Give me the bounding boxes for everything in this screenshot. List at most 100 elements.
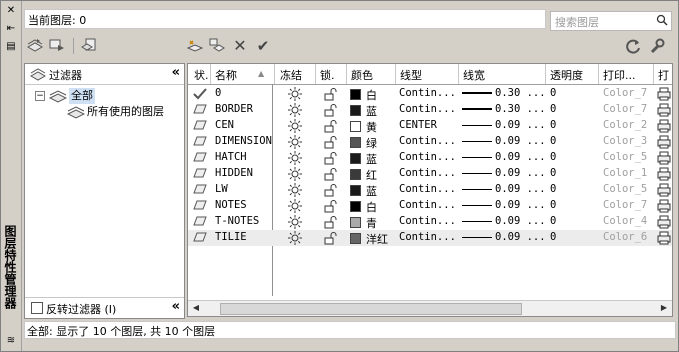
- refresh-icon[interactable]: [624, 38, 642, 54]
- layer-transparency[interactable]: 0: [550, 183, 556, 195]
- set-current-icon[interactable]: ✔: [254, 38, 272, 54]
- color-swatch[interactable]: [350, 185, 361, 196]
- layer-color[interactable]: 蓝: [366, 151, 377, 167]
- layer-name[interactable]: BORDER: [215, 103, 253, 115]
- layer-linetype[interactable]: Contin...: [399, 103, 456, 115]
- layer-row[interactable]: CEN 黄 CENTER 0.09 ... 0 Color_2: [188, 118, 672, 134]
- layer-color[interactable]: 蓝: [366, 103, 377, 119]
- layer-row[interactable]: TILIE 洋红 Contin... 0.09 ... 0 Color_6: [188, 230, 672, 246]
- new-layer-vp-frozen-icon[interactable]: [208, 38, 226, 54]
- current-layer-check-icon[interactable]: [193, 88, 207, 103]
- layer-row[interactable]: 0 白 Contin... 0.30 ... 0 Color_7: [188, 86, 672, 102]
- layer-linetype[interactable]: Contin...: [399, 231, 456, 243]
- layer-status-icon[interactable]: [193, 184, 207, 197]
- layer-color[interactable]: 蓝: [366, 183, 377, 199]
- collapse-filter-icon[interactable]: «: [172, 65, 180, 80]
- layer-name[interactable]: CEN: [215, 119, 234, 131]
- layer-lineweight[interactable]: 0.09 ...: [495, 151, 546, 163]
- layer-color[interactable]: 白: [366, 199, 377, 215]
- color-swatch[interactable]: [350, 217, 361, 228]
- column-linetype[interactable]: 线型: [400, 67, 422, 83]
- column-lineweight[interactable]: 线宽: [463, 67, 485, 83]
- scroll-right-icon[interactable]: ▶: [658, 302, 670, 314]
- invert-filter-checkbox[interactable]: [31, 302, 43, 314]
- layer-linetype[interactable]: Contin...: [399, 87, 456, 99]
- close-icon[interactable]: ✕: [4, 5, 18, 17]
- color-swatch[interactable]: [350, 121, 361, 132]
- search-input[interactable]: 搜索图层: [550, 11, 672, 31]
- scroll-left-icon[interactable]: ◀: [190, 302, 202, 314]
- color-swatch[interactable]: [350, 89, 361, 100]
- layer-row[interactable]: NOTES 白 Contin... 0.09 ... 0 Color_7: [188, 198, 672, 214]
- layer-lineweight[interactable]: 0.09 ...: [495, 119, 546, 131]
- layer-lineweight[interactable]: 0.09 ...: [495, 215, 546, 227]
- color-swatch[interactable]: [350, 201, 361, 212]
- layer-name[interactable]: LW: [215, 183, 228, 195]
- column-lock[interactable]: 锁.: [320, 67, 335, 83]
- layer-linetype[interactable]: Contin...: [399, 183, 456, 195]
- new-property-filter-icon[interactable]: [26, 38, 44, 54]
- layer-color[interactable]: 黄: [366, 119, 377, 135]
- column-name[interactable]: 名称: [215, 67, 237, 83]
- layer-name[interactable]: NOTES: [215, 199, 247, 211]
- layer-status-icon[interactable]: [193, 200, 207, 213]
- layer-lineweight[interactable]: 0.09 ...: [495, 231, 546, 243]
- layer-color[interactable]: 绿: [366, 135, 377, 151]
- color-swatch[interactable]: [350, 137, 361, 148]
- layer-name[interactable]: HIDDEN: [215, 167, 253, 179]
- layer-transparency[interactable]: 0: [550, 119, 556, 131]
- layer-lineweight[interactable]: 0.09 ...: [495, 135, 546, 147]
- layer-lineweight[interactable]: 0.09 ...: [495, 183, 546, 195]
- layer-status-icon[interactable]: [193, 120, 207, 133]
- layer-color[interactable]: 青: [366, 215, 377, 231]
- unlock-icon[interactable]: [324, 231, 338, 248]
- horizontal-scrollbar[interactable]: ◀ ▶: [188, 300, 672, 316]
- color-swatch[interactable]: [350, 233, 361, 244]
- layer-transparency[interactable]: 0: [550, 231, 556, 243]
- settings-wrench-icon[interactable]: [648, 38, 666, 54]
- layer-row[interactable]: DIMENSION 绿 Contin... 0.09 ... 0 Color_3: [188, 134, 672, 150]
- layer-transparency[interactable]: 0: [550, 151, 556, 163]
- layer-status-icon[interactable]: [193, 152, 207, 165]
- layer-color[interactable]: 红: [366, 167, 377, 183]
- layer-linetype[interactable]: Contin...: [399, 151, 456, 163]
- column-transparency[interactable]: 透明度: [550, 67, 583, 83]
- layer-row[interactable]: HIDDEN 红 Contin... 0.09 ... 0 Color_1: [188, 166, 672, 182]
- layer-transparency[interactable]: 0: [550, 167, 556, 179]
- layer-color[interactable]: 洋红: [366, 231, 388, 247]
- layer-status-icon[interactable]: [193, 216, 207, 229]
- scroll-thumb[interactable]: [220, 303, 522, 315]
- column-plot-style[interactable]: 打印...: [603, 67, 636, 83]
- freeze-sun-icon[interactable]: [288, 231, 302, 248]
- layer-linetype[interactable]: Contin...: [399, 135, 456, 147]
- layer-linetype[interactable]: Contin...: [399, 167, 456, 179]
- layer-name[interactable]: T-NOTES: [215, 215, 259, 227]
- plot-printer-icon[interactable]: [657, 231, 671, 248]
- new-layer-icon[interactable]: [186, 38, 204, 54]
- layer-transparency[interactable]: 0: [550, 103, 556, 115]
- layer-linetype[interactable]: CENTER: [399, 119, 437, 131]
- layer-status-icon[interactable]: [193, 104, 207, 117]
- column-color[interactable]: 颜色: [351, 67, 373, 83]
- layer-lineweight[interactable]: 0.30 ...: [495, 87, 546, 99]
- column-freeze[interactable]: 冻结: [280, 67, 302, 83]
- layer-linetype[interactable]: Contin...: [399, 215, 456, 227]
- color-swatch[interactable]: [350, 169, 361, 180]
- layer-transparency[interactable]: 0: [550, 199, 556, 211]
- layer-status-icon[interactable]: [193, 232, 207, 245]
- layer-name[interactable]: 0: [215, 87, 221, 99]
- column-status[interactable]: 状.: [194, 67, 209, 83]
- auto-hide-icon[interactable]: ⇤: [4, 23, 18, 35]
- layer-states-manager-icon[interactable]: [80, 38, 98, 54]
- color-swatch[interactable]: [350, 153, 361, 164]
- layer-row[interactable]: LW 蓝 Contin... 0.09 ... 0 Color_5: [188, 182, 672, 198]
- layer-name[interactable]: HATCH: [215, 151, 247, 163]
- delete-layer-icon[interactable]: ✕: [231, 38, 249, 54]
- layer-linetype[interactable]: Contin...: [399, 199, 456, 211]
- new-group-filter-icon[interactable]: [48, 38, 66, 54]
- layer-lineweight[interactable]: 0.09 ...: [495, 167, 546, 179]
- layer-lineweight[interactable]: 0.09 ...: [495, 199, 546, 211]
- layer-transparency[interactable]: 0: [550, 135, 556, 147]
- color-swatch[interactable]: [350, 105, 361, 116]
- layer-status-icon[interactable]: [193, 168, 207, 181]
